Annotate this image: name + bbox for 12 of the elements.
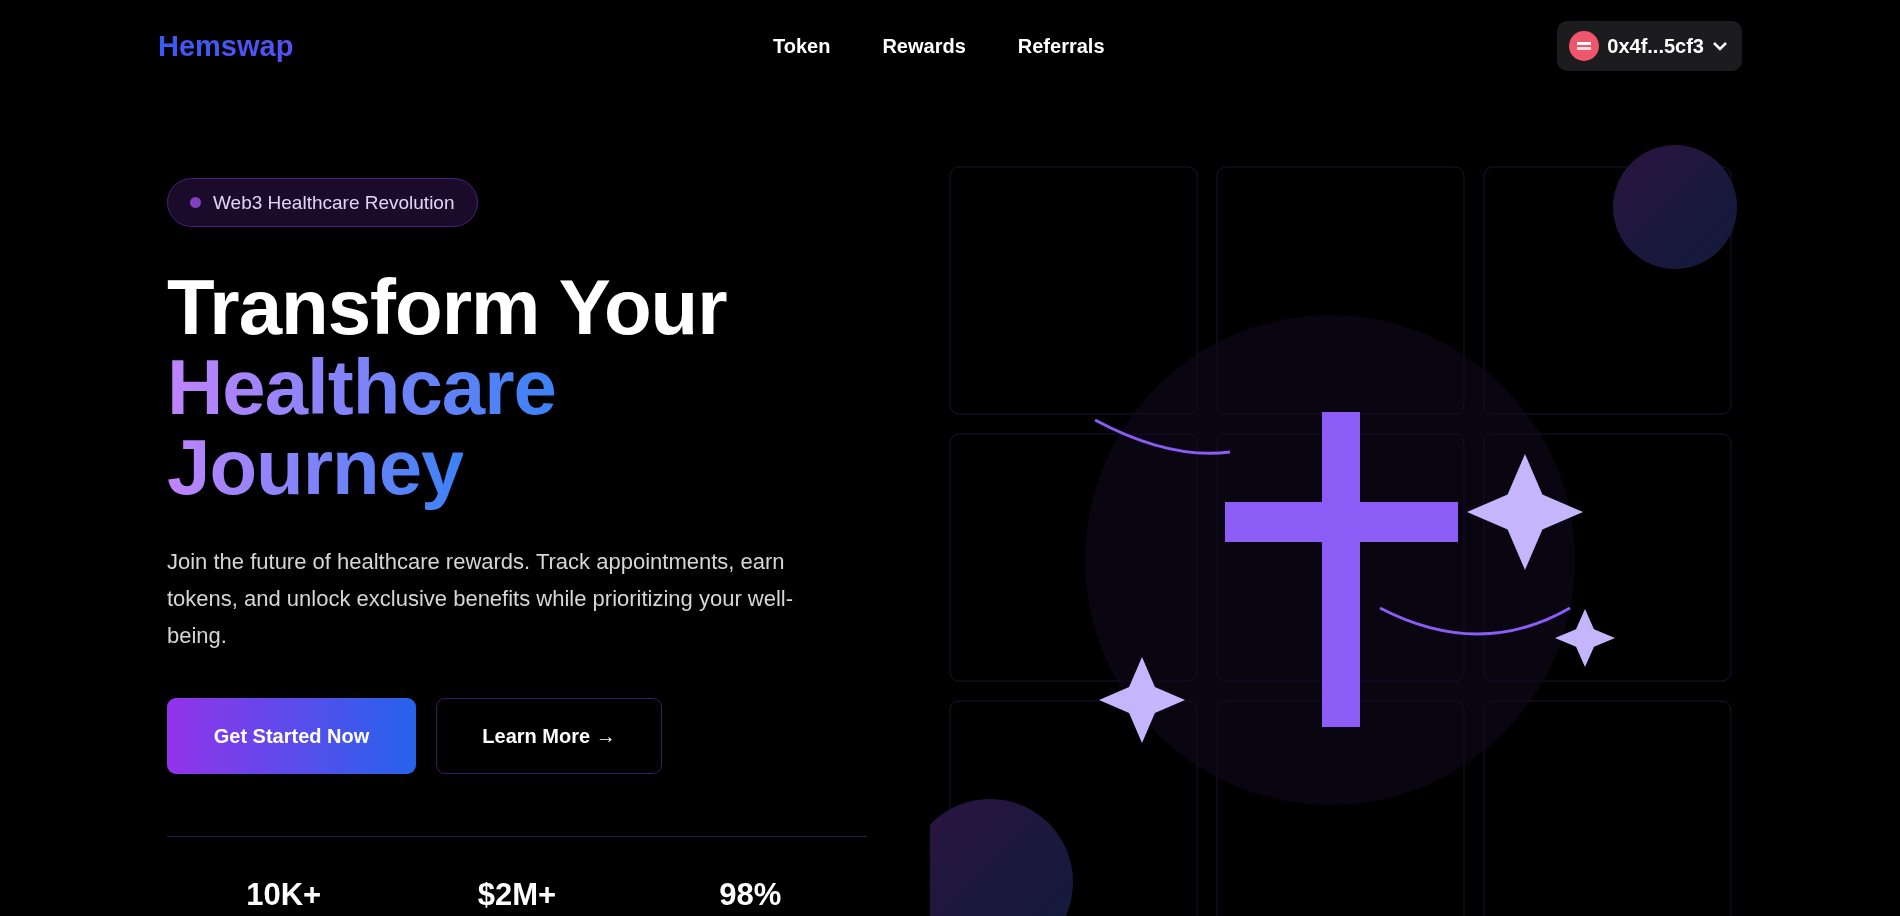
wallet-button[interactable]: 0x4f...5cf3 [1557,21,1742,71]
hero-description: Join the future of healthcare rewards. Track appointments, earn tokens, and unlock exclusive benefits while prioritizing your well-being. [167,548,795,650]
nav-link[interactable]: Referrals [1017,34,1105,58]
stat-value: 10K+ [245,877,323,913]
stat-value: $2M+ [476,877,558,913]
hero-heading: Transform Your [167,267,727,347]
get-started-button[interactable]: Get Started Now [167,698,416,774]
stat-value: 98% [718,877,783,913]
nav-link[interactable]: Token [773,34,831,58]
learn-more-button[interactable]: Learn More → [436,698,662,774]
badge-label: Web3 Healthcare Revolution [213,191,455,214]
nav-link[interactable]: Rewards [882,34,966,58]
